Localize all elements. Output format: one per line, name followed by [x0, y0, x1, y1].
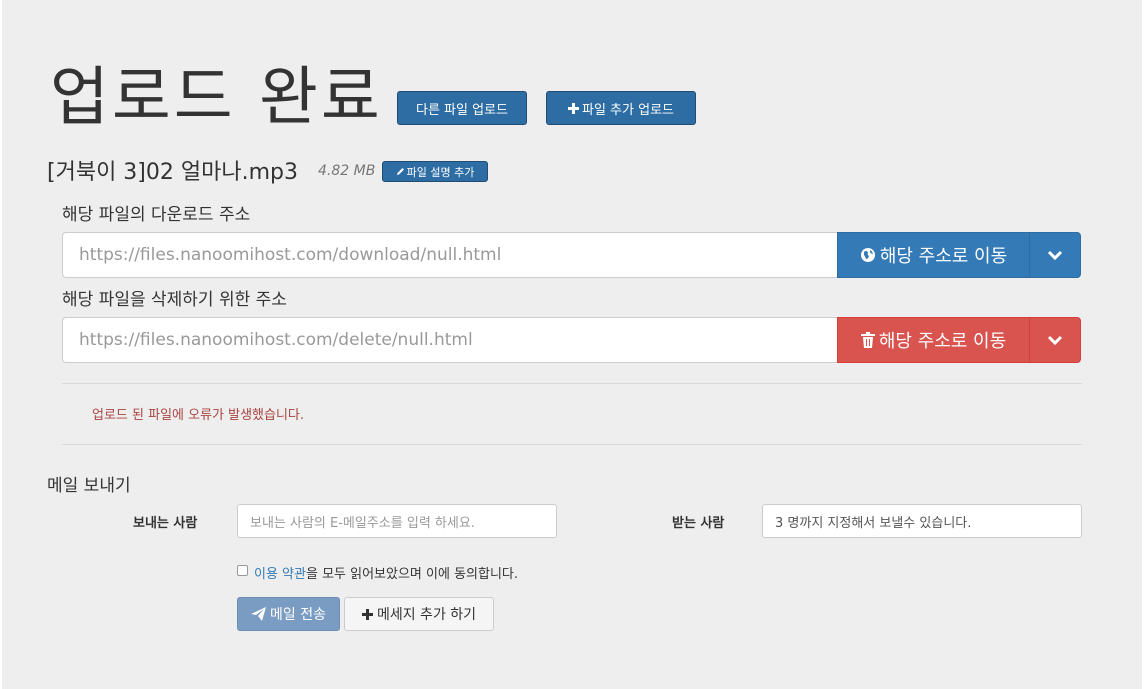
delete-go-label: 해당 주소로 이동	[878, 331, 1007, 352]
terms-link[interactable]: 이용 약관	[254, 567, 306, 582]
send-mail-button[interactable]: 메일 전송	[237, 597, 340, 631]
receiver-email-input[interactable]: 3 명까지 지정해서 보낼수 있습니다.	[762, 504, 1082, 538]
file-size: 4.82 MB	[318, 163, 376, 179]
page-title: 업로드 완료	[50, 61, 383, 135]
trash-icon	[860, 332, 875, 348]
download-go-label: 해당 주소로 이동	[879, 246, 1008, 267]
delete-url-label: 해당 파일을 삭제하기 위한 주소	[62, 290, 287, 310]
chevron-down-icon	[1047, 334, 1063, 346]
plus-icon	[361, 608, 373, 620]
plus-icon	[568, 102, 579, 114]
other-file-upload-button[interactable]: 다른 파일 업로드	[397, 91, 527, 125]
delete-dropdown-toggle[interactable]	[1029, 317, 1081, 363]
mail-section-title: 메일 보내기	[47, 476, 131, 496]
add-message-label: 메세지 추가 하기	[376, 607, 477, 623]
add-message-button[interactable]: 메세지 추가 하기	[344, 597, 494, 631]
paper-plane-icon	[251, 607, 266, 621]
terms-agreement: 이용 약관을 모두 읽어보았으며 이에 동의합니다.	[254, 563, 518, 582]
terms-text: 을 모두 읽어보았으며 이에 동의합니다.	[305, 567, 519, 582]
download-go-button[interactable]: 해당 주소로 이동	[837, 232, 1030, 278]
add-file-description-button[interactable]: 파일 설명 추가	[382, 161, 488, 182]
add-file-upload-button[interactable]: 파일 추가 업로드	[546, 91, 696, 125]
pencil-icon	[396, 167, 405, 176]
delete-go-button[interactable]: 해당 주소로 이동	[837, 317, 1030, 363]
download-url-label: 해당 파일의 다운로드 주소	[62, 205, 251, 225]
globe-icon	[860, 247, 876, 263]
delete-url-input[interactable]: https://files.nanoomihost.com/delete/nul…	[62, 317, 838, 363]
file-name: [거북이 3]02 얼마나.mp3	[47, 160, 298, 185]
terms-checkbox[interactable]	[237, 565, 248, 576]
divider	[62, 383, 1082, 384]
send-mail-label: 메일 전송	[270, 607, 326, 623]
error-message: 업로드 된 파일에 오류가 발생했습니다.	[92, 408, 305, 423]
download-url-input[interactable]: https://files.nanoomihost.com/download/n…	[62, 232, 838, 278]
sender-label: 보내는 사람	[133, 516, 198, 531]
download-dropdown-toggle[interactable]	[1029, 232, 1081, 278]
receiver-label: 받는 사람	[672, 516, 725, 531]
divider	[62, 444, 1082, 445]
other-file-upload-label: 다른 파일 업로드	[416, 102, 508, 118]
chevron-down-icon	[1047, 249, 1063, 261]
add-file-upload-label: 파일 추가 업로드	[582, 102, 674, 118]
sender-email-input[interactable]: 보내는 사람의 E-메일주소를 입력 하세요.	[237, 504, 557, 538]
add-file-description-label: 파일 설명 추가	[406, 165, 475, 179]
